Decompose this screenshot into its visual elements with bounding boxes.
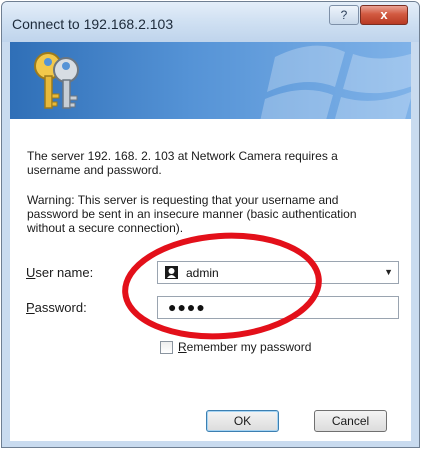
username-combobox[interactable]: admin ▼ — [157, 261, 399, 284]
user-icon — [165, 266, 178, 279]
server-message-line: username and password. — [27, 163, 162, 177]
ok-button[interactable]: OK — [206, 410, 279, 432]
cancel-button[interactable]: Cancel — [314, 410, 387, 432]
dialog-banner — [10, 42, 411, 119]
password-label: Password: — [26, 300, 87, 315]
username-label: User name: — [26, 265, 93, 280]
keys-icon — [34, 52, 79, 109]
remember-label-text: emember my password — [186, 340, 312, 354]
chevron-down-icon[interactable]: ▼ — [384, 267, 393, 277]
security-warning: Warning: This server is requesting that … — [27, 193, 397, 235]
warning-line: without a secure connection). — [27, 221, 184, 235]
windows-logo-watermark — [260, 45, 411, 119]
server-message-line: The server 192. 168. 2. 103 at Network C… — [27, 149, 338, 163]
remember-password-label[interactable]: Remember my password — [178, 340, 311, 354]
login-dialog: Connect to 192.168.2.103 ? x The server … — [1, 1, 420, 448]
username-value: admin — [186, 266, 219, 280]
password-input[interactable]: ●●●● — [157, 296, 399, 319]
help-button[interactable]: ? — [329, 5, 359, 25]
warning-line: Warning: This server is requesting that … — [27, 193, 339, 207]
username-label-accesskey: U — [26, 265, 36, 280]
username-label-text: ser name: — [35, 265, 94, 280]
remember-password-checkbox[interactable] — [160, 341, 173, 354]
close-button[interactable]: x — [360, 5, 408, 25]
dialog-content: The server 192. 168. 2. 103 at Network C… — [10, 119, 411, 441]
remember-label-accesskey: R — [178, 340, 187, 354]
window-title: Connect to 192.168.2.103 — [12, 16, 174, 32]
server-message: The server 192. 168. 2. 103 at Network C… — [27, 149, 397, 177]
password-label-accesskey: P — [26, 300, 35, 315]
password-value: ●●●● — [168, 299, 206, 315]
title-bar: Connect to 192.168.2.103 ? x — [2, 2, 419, 42]
warning-line: password be sent in an insecure manner (… — [27, 207, 357, 221]
password-label-text: assword: — [34, 300, 87, 315]
